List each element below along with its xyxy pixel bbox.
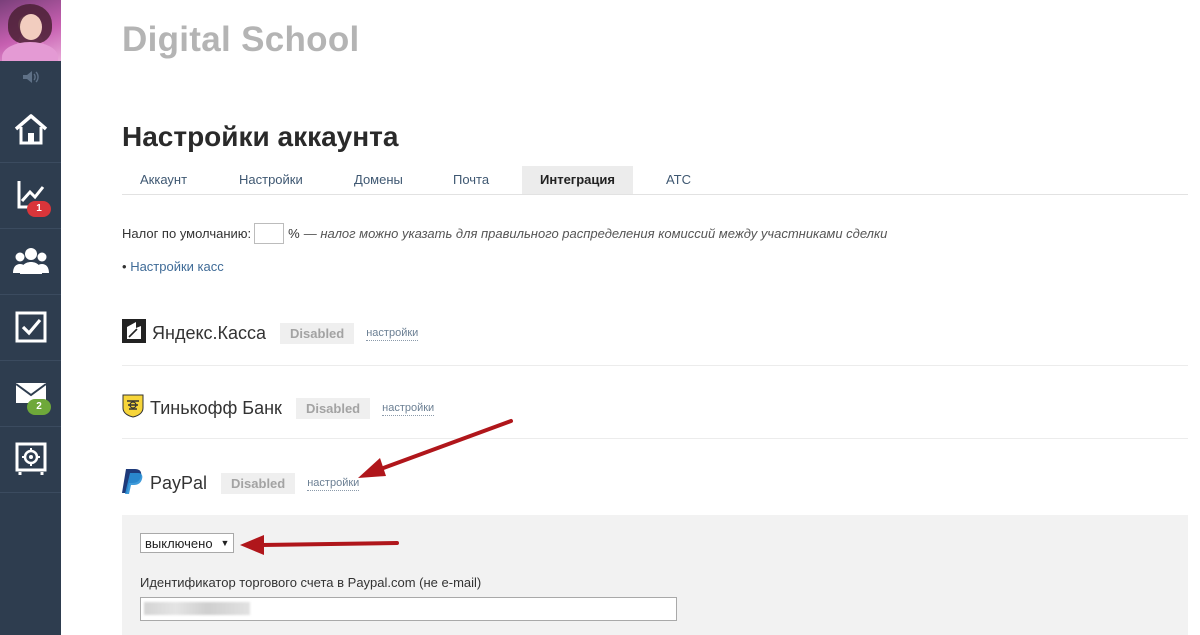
- avatar[interactable]: [0, 0, 61, 61]
- tax-label: Налог по умолчанию:: [122, 225, 252, 241]
- kassa-settings-row: • Настройки касс: [122, 259, 224, 274]
- page-title: Настройки аккаунта: [122, 121, 399, 152]
- select-value: выключено: [145, 535, 213, 551]
- annotation-arrow-settings: [358, 419, 513, 478]
- tab-settings[interactable]: Настройки: [221, 166, 321, 194]
- provider-paypal: PayPal Disabled настройки: [122, 468, 360, 499]
- tab-mail[interactable]: Почта: [435, 166, 507, 194]
- paypal-settings-panel: выключено ▼ Идентификатор торгового счет…: [122, 515, 1188, 635]
- notification-badge: 1: [27, 201, 51, 217]
- home-icon: [14, 113, 48, 145]
- chevron-down-icon: ▼: [220, 538, 230, 548]
- sidebar-item-home[interactable]: [0, 96, 61, 163]
- merchant-id-label: Идентификатор торгового счета в Paypal.c…: [140, 575, 482, 590]
- provider-name: PayPal: [150, 473, 208, 493]
- brand-title: Digital School: [122, 20, 360, 59]
- settings-safe-icon: [15, 442, 47, 476]
- provider-name: Яндекс.Касса: [152, 323, 267, 343]
- notification-badge: 2: [27, 399, 51, 415]
- divider: [122, 438, 1188, 439]
- provider-tinkoff: Тинькофф Банк Disabled настройки: [122, 394, 435, 423]
- sidebar-item-settings[interactable]: [0, 426, 61, 493]
- provider-settings-link[interactable]: настройки: [382, 402, 435, 416]
- sidebar-item-tasks[interactable]: [0, 294, 61, 361]
- divider: [122, 365, 1188, 366]
- bullet: •: [122, 259, 127, 274]
- redacted-value: [144, 602, 250, 615]
- paypal-mode-select[interactable]: выключено ▼: [140, 533, 235, 553]
- kassa-settings-link[interactable]: Настройки касс: [130, 259, 224, 274]
- users-icon: [12, 246, 49, 276]
- tax-row: Налог по умолчанию: % — налог можно указ…: [122, 221, 887, 245]
- merchant-id-input[interactable]: [140, 597, 677, 621]
- tab-bar: Аккаунт Настройки Домены Почта Интеграци…: [122, 166, 1188, 195]
- status-badge: Disabled: [295, 398, 371, 419]
- speaker-icon[interactable]: [0, 62, 61, 92]
- tax-unit: %: [288, 225, 300, 241]
- tab-pbx[interactable]: АТС: [648, 166, 709, 194]
- sidebar: 1 2: [0, 0, 61, 635]
- provider-name: Тинькофф Банк: [150, 398, 282, 418]
- tax-input[interactable]: [254, 222, 285, 244]
- sidebar-item-users[interactable]: [0, 228, 61, 295]
- sidebar-item-mail[interactable]: 2: [0, 360, 61, 427]
- tab-account[interactable]: Аккаунт: [122, 166, 205, 194]
- tab-integration[interactable]: Интеграция: [522, 166, 633, 194]
- status-badge: Disabled: [221, 473, 296, 494]
- provider-settings-link[interactable]: настройки: [366, 327, 419, 341]
- tab-domains[interactable]: Домены: [336, 166, 421, 194]
- status-badge: Disabled: [280, 323, 355, 344]
- provider-settings-link[interactable]: настройки: [307, 477, 360, 491]
- tinkoff-logo-icon: [122, 394, 144, 423]
- sidebar-item-reports[interactable]: 1: [0, 162, 61, 229]
- tax-note: — налог можно указать для правильного ра…: [303, 225, 888, 241]
- checkbox-icon: [15, 311, 47, 343]
- paypal-logo-icon: [122, 468, 144, 499]
- yandex-kassa-logo-icon: [122, 319, 146, 348]
- provider-yandex-kassa: Яндекс.Касса Disabled настройки: [122, 319, 419, 348]
